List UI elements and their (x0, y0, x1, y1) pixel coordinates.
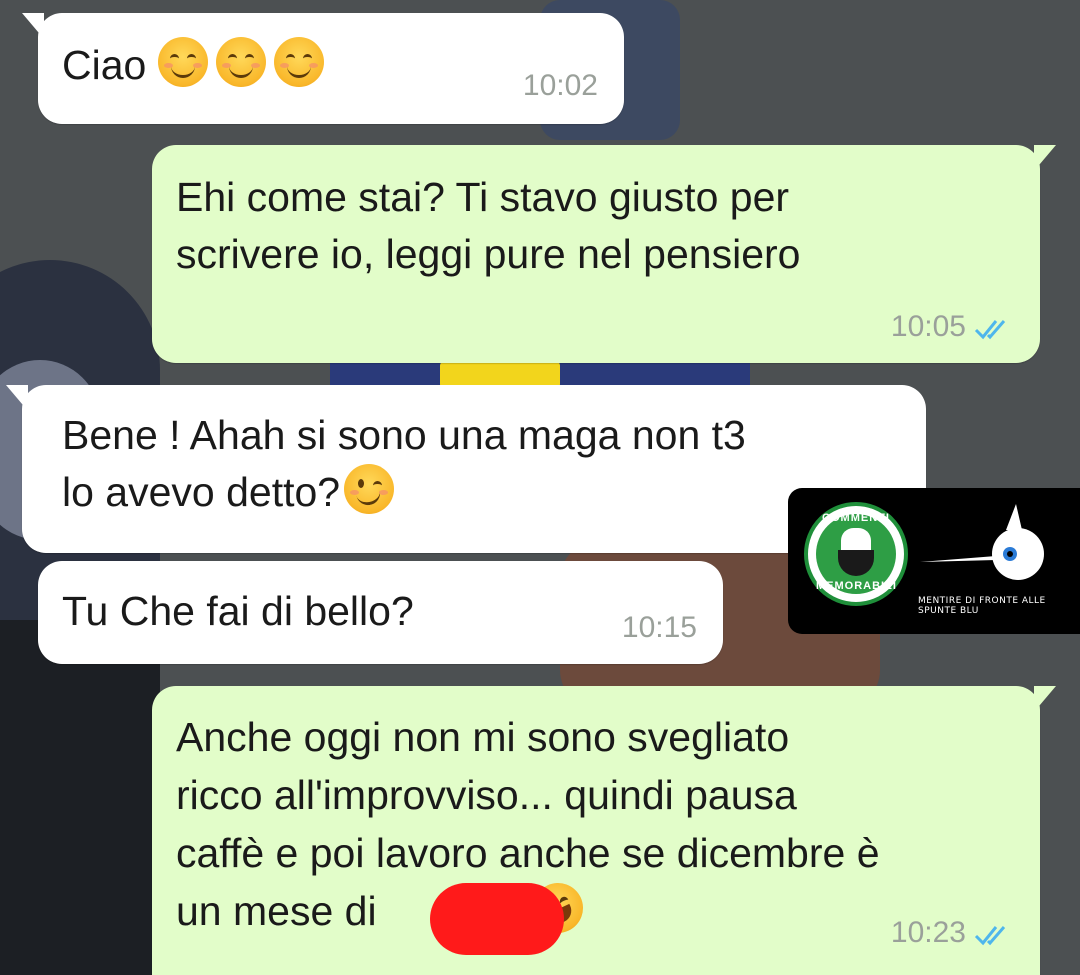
message-time: 10:05 (890, 310, 966, 343)
smiling-face-icon (273, 37, 324, 87)
message-time: 10:02 (522, 69, 598, 102)
message-line: ricco all'improvviso... quindi pausa (176, 772, 797, 818)
smiling-face-icon (157, 37, 208, 87)
bubble-tail (1034, 145, 1056, 171)
pinocchio-bird-icon (920, 504, 1044, 580)
read-receipt-icon (974, 926, 1006, 946)
message-time: 10:23 (890, 916, 966, 949)
message-line: un mese di (176, 888, 388, 934)
message-text: Anche oggi non mi sono svegliato ricco a… (176, 708, 1016, 942)
logo-text-top: COMMENTI (822, 512, 890, 524)
redaction-mark (430, 883, 564, 955)
message-line: caffè e poi lavoro anche se dicembre è (176, 830, 880, 876)
message-bubble-outgoing[interactable]: Ehi come stai? Ti stavo giusto per scriv… (152, 145, 1056, 363)
message-bubble-outgoing[interactable]: Anche oggi non mi sono svegliato ricco a… (152, 686, 1056, 975)
message-bubble-incoming[interactable]: Ciao 10:02 (22, 13, 624, 124)
bubble-tail (22, 13, 44, 39)
message-line: Anche oggi non mi sono svegliato (176, 714, 790, 760)
message-text: Tu Che fai di bello? (62, 588, 414, 634)
message-text: Bene ! Ahah si sono una maga non t3 lo a… (62, 412, 746, 515)
logo-text-bottom: MEMORABILI (816, 580, 897, 592)
smiling-face-icon (215, 37, 266, 87)
bubble-tail (6, 385, 28, 411)
watermark: COMMENTI MEMORABILI MENTIRE DI FRONTE AL… (788, 488, 1080, 634)
winking-face-icon (344, 464, 395, 514)
read-receipt-icon (974, 320, 1006, 340)
message-text: Ehi come stai? Ti stavo giusto per scriv… (176, 174, 801, 277)
message-time: 10:15 (621, 611, 697, 644)
bubble-tail (1034, 686, 1056, 712)
commenti-memorabili-logo: COMMENTI MEMORABILI (804, 502, 908, 606)
message-bubble-incoming[interactable]: Tu Che fai di bello? 10:15 (38, 561, 723, 664)
wallpaper-shape (0, 620, 160, 975)
message-text: Ciao (62, 37, 600, 94)
watermark-caption: MENTIRE DI FRONTE ALLE SPUNTE BLU (918, 596, 1046, 616)
